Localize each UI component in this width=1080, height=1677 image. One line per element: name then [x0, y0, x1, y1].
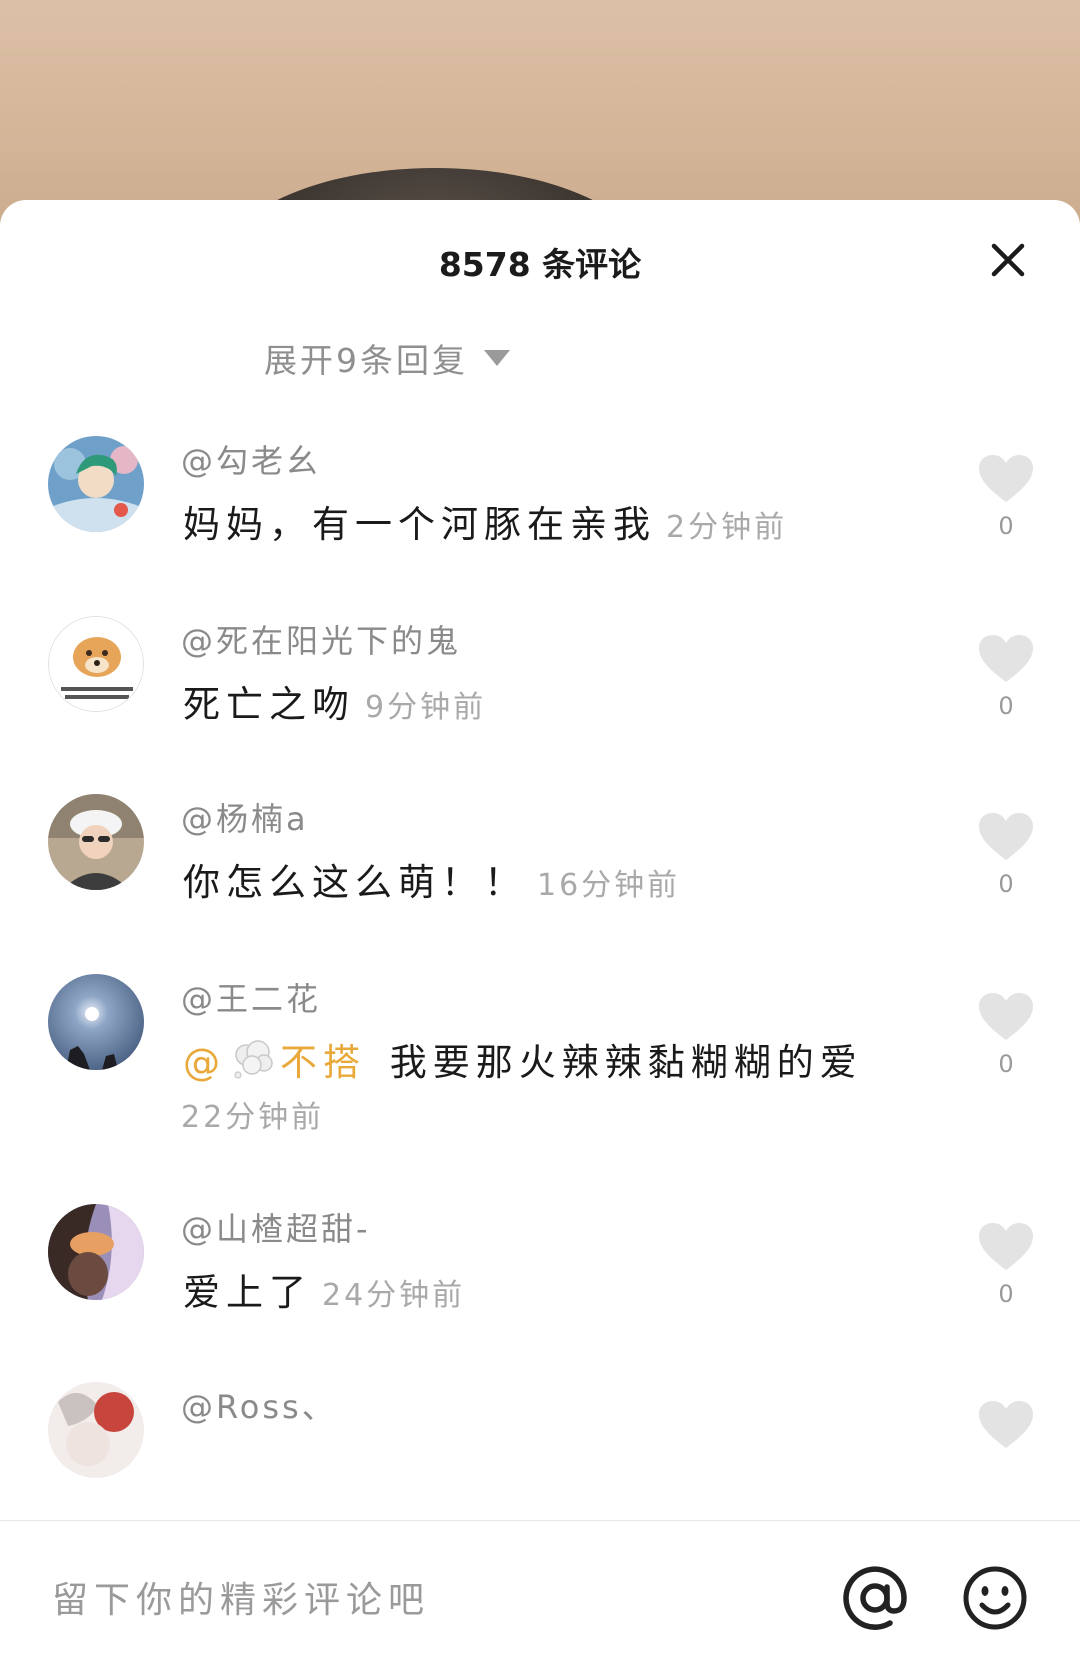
comment-text: 你怎么这么萌！！ 16分钟前 [183, 852, 680, 906]
comment-username[interactable]: @王二花 [181, 974, 321, 1020]
comment-text: @ 不搭 我要那火辣辣黏糊糊的爱 [183, 1032, 863, 1086]
smiley-icon [963, 1566, 1027, 1630]
like-count: 0 [998, 1050, 1014, 1078]
like-button[interactable]: 0 [978, 634, 1034, 720]
expand-replies-label: 展开9条回复 [264, 341, 468, 380]
comment-time: 9分钟前 [365, 690, 487, 725]
like-count: 0 [998, 512, 1014, 540]
comment-text: 爱上了 24分钟前 [183, 1262, 465, 1316]
like-button[interactable]: 0 [978, 1222, 1034, 1308]
comment-body: 死亡之吻 [183, 683, 355, 726]
comment-time: 16分钟前 [537, 868, 681, 903]
avatar[interactable] [48, 616, 144, 712]
comment-time: 2分钟前 [666, 510, 788, 545]
triangle-down-icon [484, 350, 510, 366]
like-button[interactable]: 0 [978, 812, 1034, 898]
comment-text: 死亡之吻 9分钟前 [183, 674, 486, 728]
comments-sheet: 8578 条评论 展开9条回复 @勾老幺 妈妈，有一个河豚在亲我 2分钟前 0 … [0, 200, 1080, 1676]
like-button[interactable]: 0 [978, 454, 1034, 540]
comment-time: 24分钟前 [322, 1278, 466, 1313]
comment-username[interactable]: @死在阳光下的鬼 [181, 616, 461, 662]
comment-username[interactable]: @勾老幺 [181, 436, 321, 482]
comment-body: 妈妈，有一个河豚在亲我 [183, 503, 656, 546]
comment-text: 妈妈，有一个河豚在亲我 2分钟前 [183, 494, 787, 548]
comment-time: 22分钟前 [181, 1100, 325, 1135]
at-icon [843, 1566, 907, 1630]
emoji-button[interactable] [962, 1565, 1028, 1631]
heart-icon [979, 993, 1033, 1040]
heart-icon [979, 1223, 1033, 1270]
close-button[interactable] [988, 240, 1028, 280]
like-count: 0 [998, 692, 1014, 720]
heart-icon [979, 813, 1033, 860]
avatar[interactable] [48, 1382, 144, 1478]
comments-title: 8578 条评论 [438, 245, 642, 284]
comment-body: 你怎么这么萌！！ [183, 861, 527, 904]
mention-link[interactable]: @ 不搭 [183, 1040, 366, 1084]
like-count: 0 [998, 870, 1014, 898]
comment-username[interactable]: @Ross、 [181, 1382, 337, 1428]
comment-username[interactable]: @杨楠a [181, 794, 309, 840]
comment-username[interactable]: @山楂超甜- [181, 1204, 371, 1250]
mention-button[interactable] [840, 1563, 910, 1633]
avatar[interactable] [48, 974, 144, 1070]
heart-icon [979, 455, 1033, 502]
like-button[interactable] [978, 1400, 1034, 1450]
comment-body: 我要那火辣辣黏糊糊的爱 [389, 1041, 863, 1084]
comment-body: 爱上了 [183, 1271, 312, 1314]
thought-balloon-icon [234, 1040, 273, 1079]
heart-icon [979, 1401, 1033, 1448]
like-count: 0 [998, 1280, 1014, 1308]
like-button[interactable]: 0 [978, 992, 1034, 1078]
avatar[interactable] [48, 794, 144, 890]
avatar[interactable] [48, 436, 144, 532]
expand-replies-button[interactable]: 展开9条回复 [264, 336, 510, 380]
heart-icon [979, 635, 1033, 682]
close-icon [991, 243, 1025, 277]
avatar[interactable] [48, 1204, 144, 1300]
comment-input[interactable] [50, 1569, 794, 1631]
mention-at: @ [183, 1041, 226, 1084]
comment-composer [0, 1520, 1080, 1677]
mention-name: 不搭 [280, 1041, 366, 1084]
